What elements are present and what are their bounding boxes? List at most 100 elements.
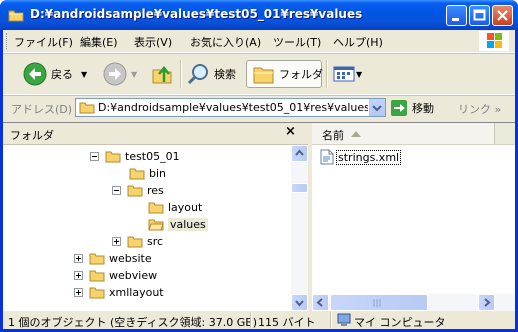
back-arrow-icon: [23, 62, 47, 86]
list-horizontal-scrollbar[interactable]: [312, 294, 515, 311]
explorer-window: D:¥androidsample¥values¥test05_01¥res¥va…: [0, 0, 518, 332]
windows-logo-icon: [479, 31, 509, 51]
status-size: 115 バイト: [258, 316, 316, 329]
tree-node-label: values: [168, 218, 208, 231]
menu-favorites[interactable]: お気に入り(A): [190, 34, 261, 50]
tree-node-label: src: [147, 235, 164, 248]
tree-node-label: res: [147, 184, 164, 197]
views-icon: [332, 64, 356, 84]
title-bar[interactable]: D:¥androidsample¥values¥test05_01¥res¥va…: [0, 0, 518, 30]
tree-node[interactable]: website: [74, 250, 152, 267]
status-location: マイ コンピュータ: [354, 316, 446, 329]
standard-toolbar: 戻る ▼ ▼ 検索 フォルダ ▼: [3, 54, 515, 95]
expand-icon[interactable]: [74, 288, 83, 297]
folder-icon: [127, 236, 143, 248]
menu-view[interactable]: 表示(V): [134, 34, 172, 50]
menu-edit[interactable]: 編集(E): [80, 34, 118, 50]
search-button[interactable]: 検索: [186, 60, 236, 88]
xml-file-icon: [320, 149, 334, 165]
folder-pane-header: フォルダ ×: [3, 123, 308, 145]
folder-icon: [127, 185, 143, 197]
folder-icon: [89, 253, 105, 265]
back-label: 戻る: [51, 68, 73, 81]
tree-node[interactable]: res: [112, 182, 164, 199]
menu-help[interactable]: ヘルプ(H): [333, 34, 383, 50]
folder-icon: [105, 151, 121, 163]
forward-arrow-icon: [103, 62, 127, 86]
tree-node[interactable]: xmllayout: [74, 284, 164, 301]
folders-button[interactable]: フォルダ: [246, 60, 323, 88]
views-dropdown-icon[interactable]: ▼: [356, 70, 362, 79]
maximize-button[interactable]: [469, 5, 490, 26]
collapse-icon[interactable]: [90, 152, 99, 161]
forward-button[interactable]: ▼: [103, 60, 137, 88]
address-dropdown-button[interactable]: [368, 99, 385, 116]
folder-icon: [8, 8, 24, 22]
expand-icon[interactable]: [74, 271, 83, 280]
main-panes: フォルダ × test05_01 bin res layout values s…: [3, 122, 515, 311]
tree-node[interactable]: webview: [74, 267, 157, 284]
scroll-down-button[interactable]: [291, 294, 308, 311]
folder-icon: [148, 202, 164, 214]
file-name: strings.xml: [336, 149, 402, 165]
toolbar-separator: [180, 60, 182, 88]
tree-node[interactable]: bin: [129, 165, 166, 182]
expand-icon[interactable]: [112, 237, 121, 246]
folder-icon: [89, 270, 105, 282]
tree-node[interactable]: src: [112, 233, 163, 250]
tree-node-label: webview: [109, 269, 158, 282]
search-label: 検索: [214, 68, 236, 81]
status-bar: 1 個のオブジェクト (空きディスク領域: 37.0 GB) 115 バイト マ…: [3, 311, 515, 329]
folder-icon: [129, 168, 145, 180]
tree-node[interactable]: test05_01: [90, 148, 180, 165]
go-button[interactable]: 移動: [390, 99, 434, 117]
expand-icon[interactable]: [74, 254, 83, 263]
menu-bar: ファイル(F) 編集(E) 表示(V) お気に入り(A) ツール(T) ヘルプ(…: [3, 30, 515, 53]
address-field[interactable]: D:¥androidsample¥values¥test05_01¥res¥va…: [75, 98, 386, 117]
status-separator: [330, 312, 332, 328]
tree-node-label: website: [109, 252, 152, 265]
go-label: 移動: [412, 102, 434, 115]
address-value: D:¥androidsample¥values¥test05_01¥res¥va…: [98, 101, 370, 114]
views-button[interactable]: ▼: [332, 60, 362, 88]
scroll-up-button[interactable]: [291, 145, 308, 162]
folder-icon: [89, 287, 105, 299]
status-object-count: 1 個のオブジェクト (空きディスク領域: 37.0 GB): [8, 316, 258, 329]
forward-dropdown-icon[interactable]: ▼: [131, 70, 137, 79]
folder-icon: [79, 100, 95, 115]
menu-grip[interactable]: [6, 33, 10, 49]
folder-tree: test05_01 bin res layout values src webs…: [3, 145, 291, 311]
menu-tools[interactable]: ツール(T): [273, 34, 321, 50]
toolbar-separator: [326, 60, 328, 88]
window-client: ファイル(F) 編集(E) 表示(V) お気に入り(A) ツール(T) ヘルプ(…: [3, 30, 515, 329]
sort-ascending-icon: [351, 131, 361, 137]
collapse-icon[interactable]: [112, 186, 121, 195]
scroll-thumb[interactable]: [330, 294, 428, 311]
up-folder-icon: [150, 62, 174, 86]
minimize-button[interactable]: [446, 5, 467, 26]
name-column-header[interactable]: 名前: [312, 123, 495, 144]
links-label[interactable]: リンク »: [458, 101, 501, 117]
up-button[interactable]: [150, 60, 174, 88]
close-button[interactable]: [492, 5, 513, 26]
tree-node-label: layout: [168, 201, 203, 214]
open-folder-icon: [148, 219, 164, 231]
tree-node-selected[interactable]: values: [148, 216, 208, 233]
tree-vertical-scrollbar[interactable]: [291, 145, 308, 311]
back-button[interactable]: 戻る ▼: [23, 60, 87, 88]
address-label: アドレス(D): [11, 103, 73, 116]
scroll-left-button[interactable]: [312, 294, 329, 311]
name-column-label: 名前: [322, 129, 344, 142]
menu-file[interactable]: ファイル(F): [14, 34, 73, 50]
tree-node-label: bin: [149, 167, 167, 180]
file-item[interactable]: strings.xml: [320, 149, 402, 165]
tree-node[interactable]: layout: [148, 199, 202, 216]
status-separator: [250, 312, 252, 328]
close-pane-button[interactable]: ×: [285, 124, 296, 139]
tree-node-label: xmllayout: [109, 286, 164, 299]
address-bar: アドレス(D) D:¥androidsample¥values¥test05_0…: [3, 96, 515, 120]
scroll-thumb[interactable]: [291, 183, 308, 193]
file-list-header: 名前: [312, 123, 515, 145]
back-dropdown-icon[interactable]: ▼: [81, 70, 87, 79]
scroll-right-button[interactable]: [478, 294, 495, 311]
